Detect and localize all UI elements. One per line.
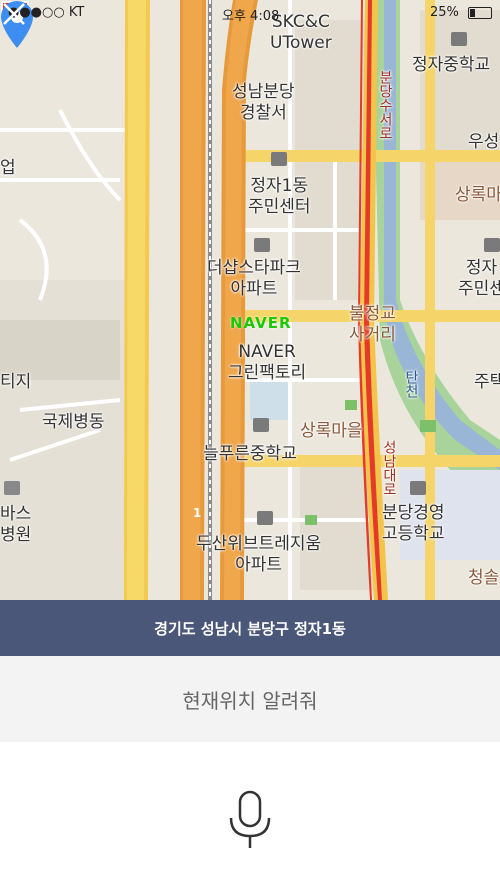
map-label-intersection: 불정교 사거리 bbox=[349, 304, 396, 345]
status-time: 오후 4:08 bbox=[222, 9, 280, 24]
map-label-tiji: 티지 bbox=[0, 372, 32, 392]
building-icon bbox=[410, 481, 426, 495]
map-label-thesharp: 더샵스타파크 아파트 bbox=[207, 258, 301, 299]
building-icon bbox=[254, 238, 270, 252]
naver-logo: NAVER bbox=[230, 314, 292, 332]
map-label-tancheon: 탄천 bbox=[403, 370, 419, 398]
battery-percent: 25% bbox=[430, 5, 459, 20]
map-label-hospital: 국제병동 bbox=[42, 412, 105, 432]
query-bar[interactable]: 현재위치 알려줘 bbox=[0, 656, 500, 742]
building-icon bbox=[257, 511, 273, 525]
map-label-community-center: 정자1동 주민센터 bbox=[248, 176, 311, 217]
building-icon bbox=[484, 238, 500, 252]
map-label-middle-school: 늘푸른중학교 bbox=[203, 444, 297, 464]
map-view[interactable]: SKC&C UTower 성남분당 경찰서 정자1동 주민센터 더샵스타파크 아파트 N… bbox=[0, 0, 500, 600]
route-shield-number: 1 bbox=[193, 506, 202, 520]
map-label-police: 성남분당 경찰서 bbox=[232, 82, 295, 123]
battery-icon bbox=[468, 7, 492, 19]
query-text: 현재위치 알려줘 bbox=[182, 688, 318, 713]
hospital-icon bbox=[4, 481, 20, 495]
map-label-road-red2: 성남대로 bbox=[381, 440, 397, 496]
address-text: 경기도 성남시 분당구 정자1동 bbox=[154, 619, 346, 638]
map-label-sangnok-right: 상록마 bbox=[455, 185, 500, 205]
map-label-jeongja-right: 정자 주민센 bbox=[458, 258, 500, 299]
status-bar: ●●●○○ KT 오후 4:08 25% bbox=[0, 0, 500, 26]
map-label-cheongsol: 청솔 bbox=[468, 568, 500, 588]
building-icon bbox=[271, 152, 287, 166]
map-label-naver-greenfactory: NAVER 그린팩토리 bbox=[228, 342, 307, 383]
building-icon bbox=[451, 32, 467, 46]
close-icon[interactable] bbox=[0, 0, 28, 28]
map-label-sangnok: 상록마을 bbox=[300, 421, 363, 441]
map-label-eop: 업 bbox=[0, 158, 16, 178]
map-label-bus-hospital: 바스 병원 bbox=[0, 504, 32, 545]
address-bar: 경기도 성남시 분당구 정자1동 bbox=[0, 600, 500, 656]
map-label-high-school: 분당경영 고등학교 bbox=[382, 503, 445, 544]
map-label-road-red: 분당수서로 bbox=[377, 70, 393, 140]
map-label-woosung: 우성 bbox=[468, 132, 500, 152]
map-label-dusan: 두산위브트레지움 아파트 bbox=[196, 534, 322, 575]
map-label-joo: 주택 bbox=[474, 372, 500, 392]
building-icon bbox=[253, 418, 269, 432]
map-label-jeongja-middle: 정자중학교 bbox=[412, 55, 491, 75]
microphone-icon[interactable] bbox=[225, 790, 275, 852]
